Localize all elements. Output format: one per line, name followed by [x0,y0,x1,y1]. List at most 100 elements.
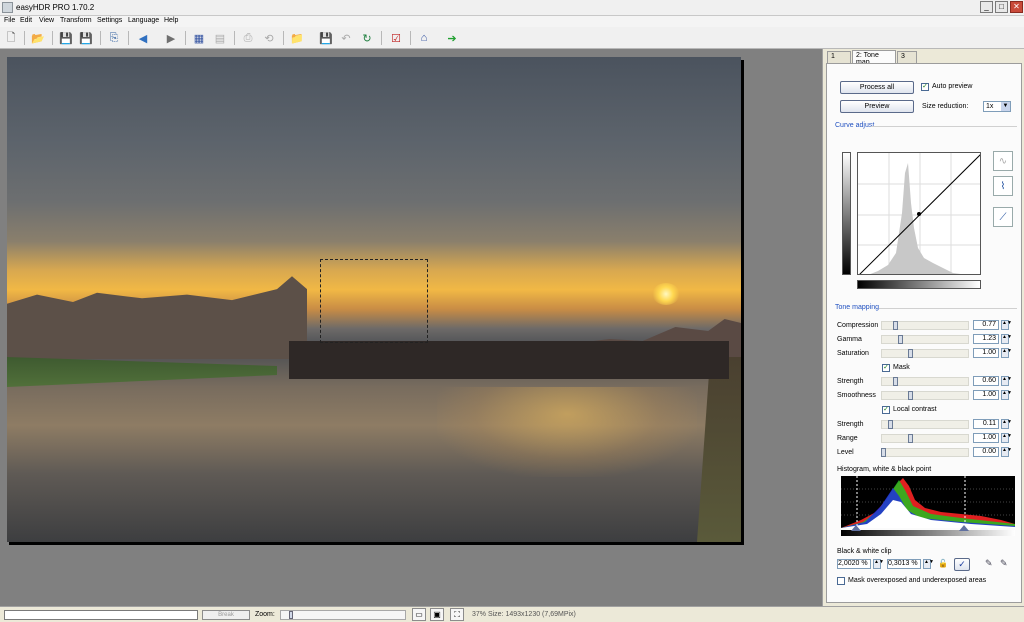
zoom-slider[interactable] [280,610,406,620]
redo-icon[interactable]: ↻ [359,30,375,46]
spin-button[interactable]: ▲▼ [1001,320,1012,330]
black-eyedropper-icon[interactable]: ✎ [985,558,997,570]
maximize-button[interactable]: □ [995,1,1008,13]
black-point-handle[interactable] [851,525,861,531]
toolbar-separator [24,31,25,45]
spin-button[interactable]: ▲▼ [1001,433,1012,443]
undo-icon[interactable]: ↶ [338,30,354,46]
batch-open-icon[interactable]: 📁 [289,30,305,46]
slider-track[interactable] [881,448,969,457]
white-point-handle[interactable] [959,525,969,531]
size-reduction-label: Size reduction: [922,103,969,110]
mask-exposed-checkbox[interactable]: ✓ [837,577,845,585]
preview-selection-rect[interactable] [320,259,428,343]
slider-thumb[interactable] [897,335,903,344]
tab-3[interactable]: 3 [897,51,917,63]
checklist-icon[interactable]: ☑ [388,30,404,46]
fullscreen-icon[interactable]: ⛶ [450,608,464,621]
go-icon[interactable]: ➔ [444,30,460,46]
slider-thumb[interactable] [881,448,886,457]
slider-value[interactable]: 0.11 [973,419,999,429]
histogram-gradient [841,530,1015,536]
curve-spline-tool-icon[interactable]: ⌇ [993,176,1013,196]
slider-thumb[interactable] [908,434,914,443]
menu-language[interactable]: Language [128,17,159,24]
new-document-icon[interactable]: 🗋 [3,30,19,46]
slider-label: Range [837,435,858,442]
slider-value[interactable]: 1.00 [973,348,999,358]
curve-output-gradient [857,280,981,289]
apply-check-button[interactable]: ✓ [954,558,970,571]
menu-view[interactable]: View [39,17,54,24]
slider-thumb[interactable] [908,349,914,358]
next-icon[interactable]: ▶ [163,30,179,46]
spin-button[interactable]: ▲▼ [1001,334,1012,344]
spin-button[interactable]: ▲▼ [1001,447,1012,457]
menu-help[interactable]: Help [164,17,178,24]
tone-mapping-title: Tone mapping [835,304,879,311]
slider-track[interactable] [881,391,969,400]
slider-track[interactable] [881,349,969,358]
preview-button[interactable]: Preview [840,100,914,113]
close-button[interactable]: ✕ [1010,1,1023,13]
open-folder-icon[interactable]: 📂 [30,30,46,46]
break-button[interactable]: Break [202,610,250,620]
mask-checkbox[interactable]: ✓ [882,364,890,372]
slider-track[interactable] [881,335,969,344]
slider-value[interactable]: 1.23 [973,334,999,344]
zoom-thumb[interactable] [289,611,293,619]
tab-1[interactable]: 1 [827,51,851,63]
spin-button[interactable]: ▲▼ [1001,376,1012,386]
black-clip-input[interactable]: 2,0020 % [837,559,871,569]
group-divider [879,308,1017,309]
lock-icon[interactable]: 🔓 [938,559,948,569]
tab-tone-map[interactable]: 2: Tone map [852,50,896,66]
menu-edit[interactable]: Edit [20,17,32,24]
spin-button[interactable]: ▲▼ [1001,390,1012,400]
slider-value[interactable]: 0.77 [973,320,999,330]
save-icon[interactable]: 💾 [58,30,74,46]
slider-value[interactable]: 1.00 [973,433,999,443]
slider-label: Saturation [837,350,869,357]
auto-preview-checkbox[interactable]: ✓ [921,83,929,91]
spin-button[interactable]: ▲▼ [1001,348,1012,358]
curve-linear-tool-icon[interactable]: ⟋ [993,207,1013,227]
local-contrast-checkbox[interactable]: ✓ [882,406,890,414]
undo-circle-icon[interactable]: ⟲ [261,30,277,46]
home-icon[interactable]: ⌂ [416,30,432,46]
spin-button[interactable]: ▲▼ [873,559,884,569]
spin-button[interactable]: ▲▼ [923,559,934,569]
page-icon[interactable]: ⎙ [240,30,256,46]
compare-icon[interactable]: ▦ [191,30,207,46]
slider-value[interactable]: 1.00 [973,390,999,400]
menu-file[interactable]: File [4,17,15,24]
app-icon [2,2,13,13]
histogram[interactable] [841,476,1015,528]
minimize-button[interactable]: _ [980,1,993,13]
slider-thumb[interactable] [892,377,898,386]
previous-icon[interactable]: ◀ [135,30,151,46]
fit-window-icon[interactable]: ▭ [412,608,426,621]
slider-value[interactable]: 0.00 [973,447,999,457]
curve-editor[interactable] [857,152,981,275]
curve-smooth-tool-icon[interactable]: ∿ [993,151,1013,171]
copy-icon[interactable]: ⎘ [106,30,122,46]
slider-thumb[interactable] [908,391,914,400]
actual-size-icon[interactable]: ▣ [430,608,444,621]
spin-button[interactable]: ▲▼ [1001,419,1012,429]
save-as-icon[interactable]: 💾 [78,30,94,46]
sun [652,283,680,305]
slider-value[interactable]: 0.60 [973,376,999,386]
process-all-button[interactable]: Process all [840,81,914,94]
slider-track[interactable] [881,420,969,429]
batch-save-icon[interactable]: 💾 [318,30,334,46]
white-eyedropper-icon[interactable]: ✎ [1000,558,1012,570]
slider-thumb[interactable] [892,321,898,330]
size-reduction-select[interactable]: 1x ▼ [983,101,1011,112]
slider-track[interactable] [881,434,969,443]
white-clip-input[interactable]: 0,3013 % [887,559,921,569]
menu-settings[interactable]: Settings [97,17,122,24]
slider-thumb[interactable] [887,420,893,429]
image-list-icon[interactable]: ▤ [212,30,228,46]
menu-transform[interactable]: Transform [60,17,92,24]
